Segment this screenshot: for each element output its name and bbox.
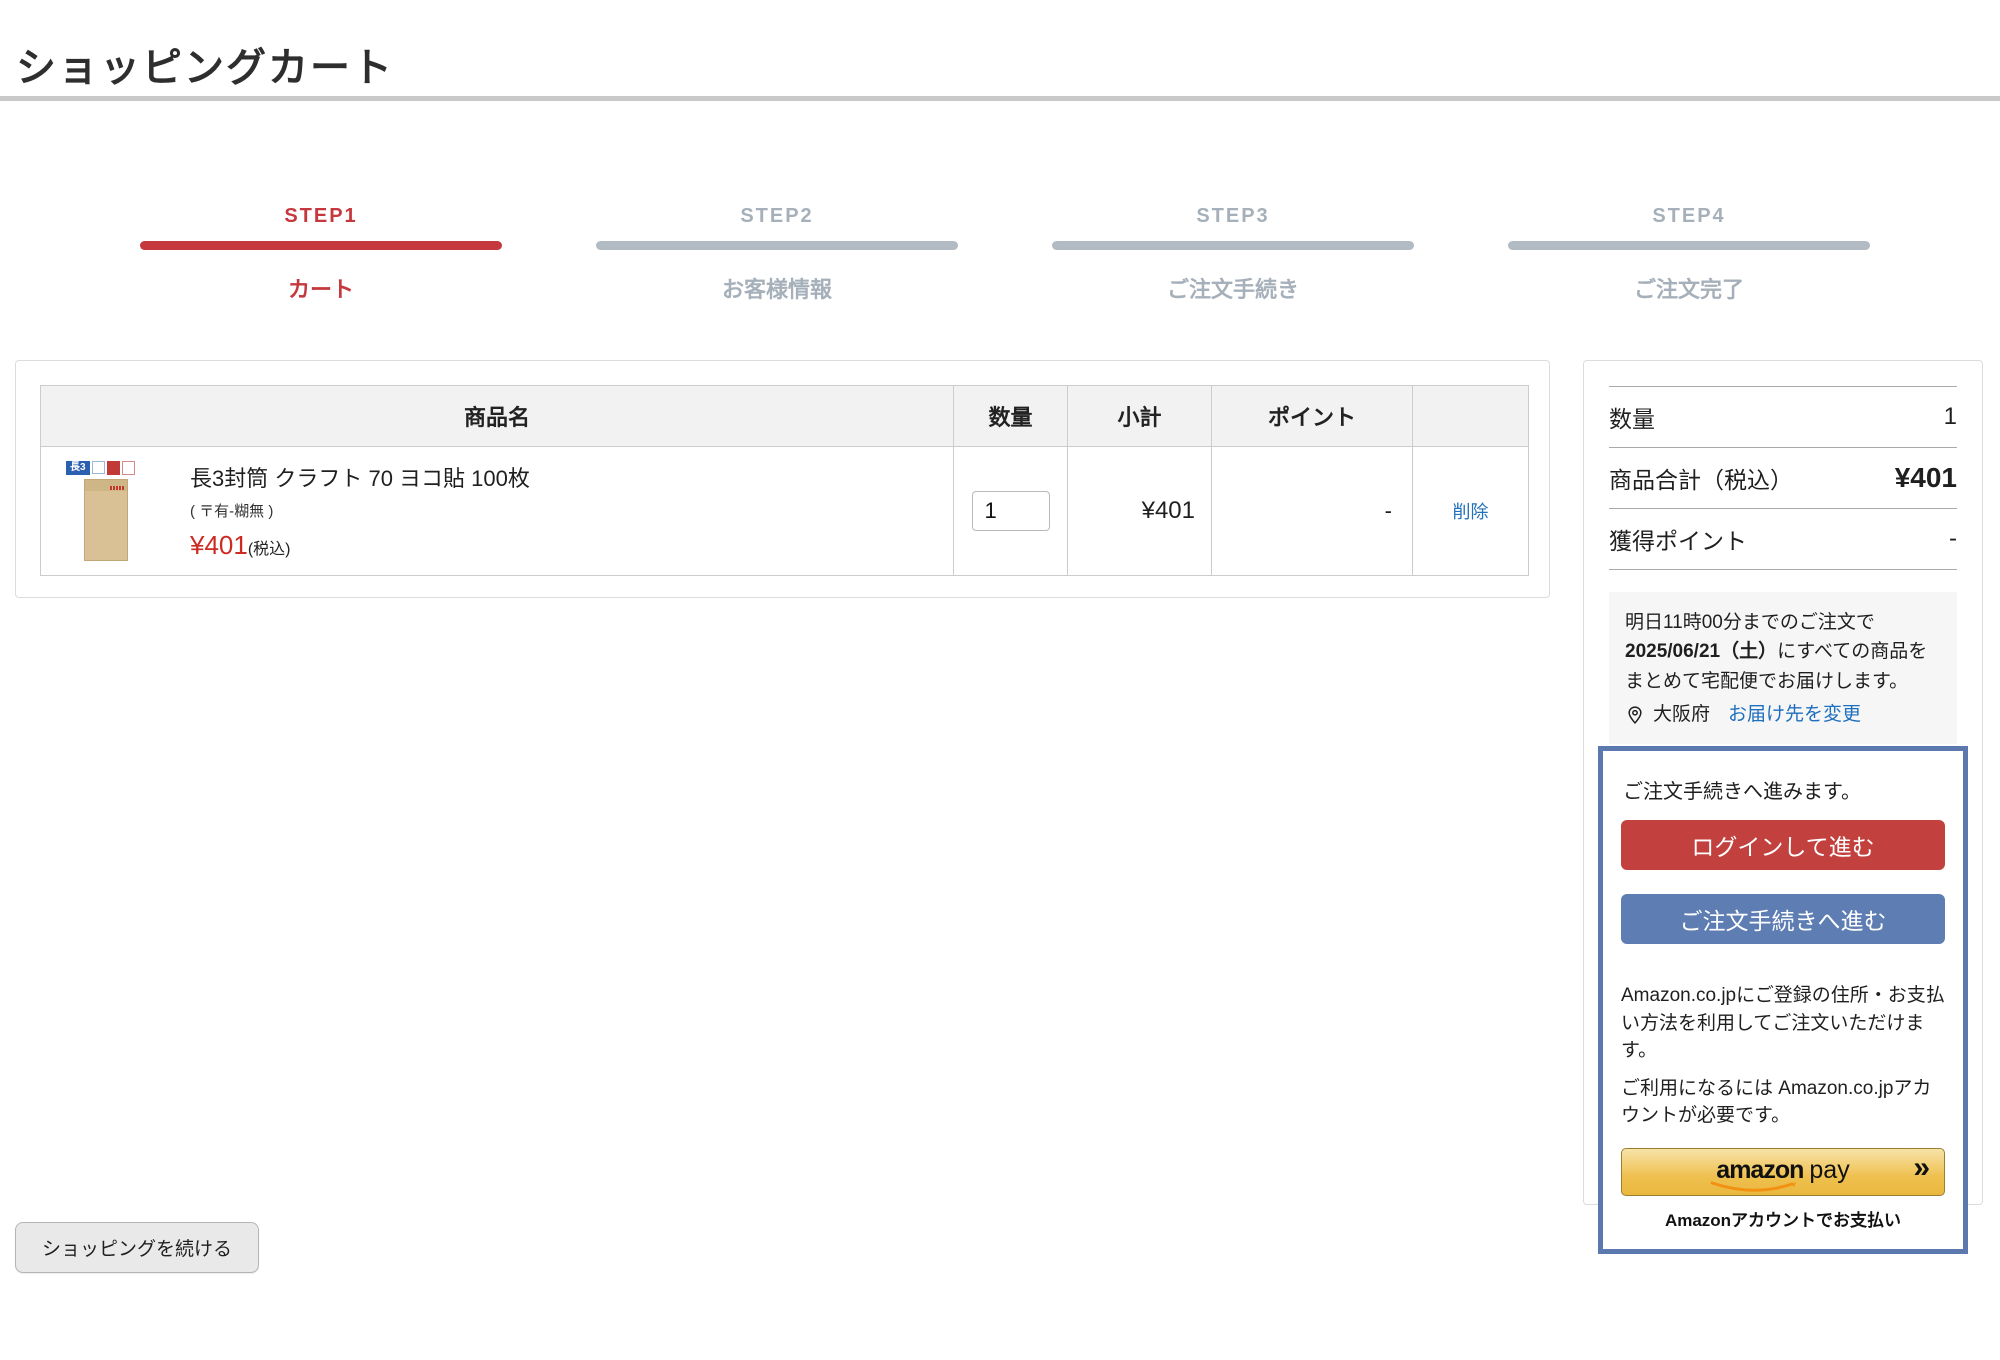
step-label: お客様情報 xyxy=(596,272,958,304)
summary-value: ¥401 xyxy=(1895,462,1957,494)
step-number: STEP3 xyxy=(1052,205,1414,228)
summary-table: 数量 1 商品合計（税込） ¥401 獲得ポイント - xyxy=(1609,386,1957,570)
order-summary-sidebar: 数量 1 商品合計（税込） ¥401 獲得ポイント - 明日11時00分までのご… xyxy=(1583,360,1983,1205)
table-row: 長3 長3封筒 クラフト 70 ヨコ貼 100枚 ( 〒有-糊無 ) xyxy=(41,447,1529,576)
step-customer-info: STEP2 お客様情報 xyxy=(596,205,958,304)
step-bar xyxy=(140,241,502,250)
cart-table: 商品名 数量 小計 ポイント 長3 xyxy=(40,385,1529,576)
step-number: STEP2 xyxy=(596,205,958,228)
product-thumbnail: 長3 xyxy=(54,457,146,565)
summary-value: 1 xyxy=(1944,403,1957,431)
product-badges: 長3 xyxy=(66,461,135,475)
product-spec: ( 〒有-糊無 ) xyxy=(190,500,530,521)
product-badge-icon xyxy=(92,461,105,474)
product-name: 長3封筒 クラフト 70 ヨコ貼 100枚 xyxy=(190,461,530,493)
amazon-description-1: Amazon.co.jpにご登録の住所・お支払い方法を利用してご注文いただけます… xyxy=(1621,982,1945,1065)
amazon-description-2: ご利用になるには Amazon.co.jpアカウントが必要です。 xyxy=(1621,1075,1945,1130)
title-divider xyxy=(0,96,2000,101)
summary-label: 商品合計（税込） xyxy=(1609,461,1793,495)
price-value: ¥401 xyxy=(190,530,248,560)
step-label: ご注文手続き xyxy=(1052,272,1414,304)
step-bar xyxy=(596,241,958,250)
header-actions xyxy=(1413,386,1529,447)
step-bar xyxy=(1508,241,1870,250)
header-points: ポイント xyxy=(1212,386,1413,447)
cart-panel: 商品名 数量 小計 ポイント 長3 xyxy=(15,360,1550,598)
amazon-pay-button[interactable]: amazonpay » xyxy=(1621,1148,1945,1196)
step-number: STEP4 xyxy=(1508,205,1870,228)
continue-shopping-button[interactable]: ショッピングを続ける xyxy=(15,1222,259,1273)
delivery-date: 2025/06/21（土） xyxy=(1625,641,1777,662)
points-value: - xyxy=(1212,447,1413,576)
delivery-line1: 明日11時00分までのご注文で xyxy=(1625,612,1875,633)
price-tax-note: (税込) xyxy=(248,541,291,558)
delete-link[interactable]: 削除 xyxy=(1453,502,1489,522)
delivery-info-box: 明日11時00分までのご注文で 2025/06/21（土）にすべての商品をまとめ… xyxy=(1609,592,1957,744)
step-label: カート xyxy=(140,272,502,304)
location-pin-icon xyxy=(1625,705,1645,725)
page-title: ショッピングカート xyxy=(16,35,394,93)
step-order-complete: STEP4 ご注文完了 xyxy=(1508,205,1870,304)
step-order-procedure: STEP3 ご注文手続き xyxy=(1052,205,1414,304)
envelope-image xyxy=(84,479,128,561)
product-text: 長3封筒 クラフト 70 ヨコ貼 100枚 ( 〒有-糊無 ) ¥401(税込) xyxy=(190,461,530,561)
checkout-box: ご注文手続きへ進みます。 ログインして進む ご注文手続きへ進む Amazon.c… xyxy=(1598,746,1968,1254)
amazon-smile-icon xyxy=(1708,1181,1800,1194)
header-product-name: 商品名 xyxy=(41,386,954,447)
product-cell: 長3 長3封筒 クラフト 70 ヨコ貼 100枚 ( 〒有-糊無 ) xyxy=(42,449,952,573)
change-address-link[interactable]: お届け先を変更 xyxy=(1728,700,1861,729)
step-number: STEP1 xyxy=(140,205,502,228)
double-chevron-icon: » xyxy=(1913,1151,1930,1185)
login-proceed-button[interactable]: ログインして進む xyxy=(1621,820,1945,870)
amazon-pay-caption: Amazonアカウントでお支払い xyxy=(1621,1206,1945,1231)
quantity-input[interactable] xyxy=(972,491,1050,531)
proceed-order-button[interactable]: ご注文手続きへ進む xyxy=(1621,894,1945,944)
shopping-cart-page: ショッピングカート STEP1 カート STEP2 お客様情報 STEP3 ご注… xyxy=(0,0,2000,1360)
summary-label: 獲得ポイント xyxy=(1609,522,1747,556)
cart-table-header-row: 商品名 数量 小計 ポイント xyxy=(41,386,1529,447)
subtotal-value: ¥401 xyxy=(1068,447,1212,576)
summary-value: - xyxy=(1949,525,1957,553)
summary-row-points: 獲得ポイント - xyxy=(1609,508,1957,570)
header-quantity: 数量 xyxy=(954,386,1068,447)
product-badge-icon xyxy=(107,461,120,475)
checkout-steps: STEP1 カート STEP2 お客様情報 STEP3 ご注文手続き STEP4… xyxy=(140,205,1870,304)
step-bar xyxy=(1052,241,1414,250)
header-subtotal: 小計 xyxy=(1068,386,1212,447)
size-badge: 長3 xyxy=(66,461,90,475)
product-badge-icon xyxy=(122,461,135,475)
delivery-prefecture: 大阪府 xyxy=(1653,700,1710,729)
summary-row-total: 商品合計（税込） ¥401 xyxy=(1609,447,1957,508)
summary-row-quantity: 数量 1 xyxy=(1609,386,1957,447)
step-label: ご注文完了 xyxy=(1508,272,1870,304)
delivery-destination-row: 大阪府 お届け先を変更 xyxy=(1625,700,1941,729)
step-cart: STEP1 カート xyxy=(140,205,502,304)
product-price: ¥401(税込) xyxy=(190,530,530,561)
summary-label: 数量 xyxy=(1609,400,1655,434)
checkout-intro: ご注文手続きへ進みます。 xyxy=(1623,775,1945,804)
